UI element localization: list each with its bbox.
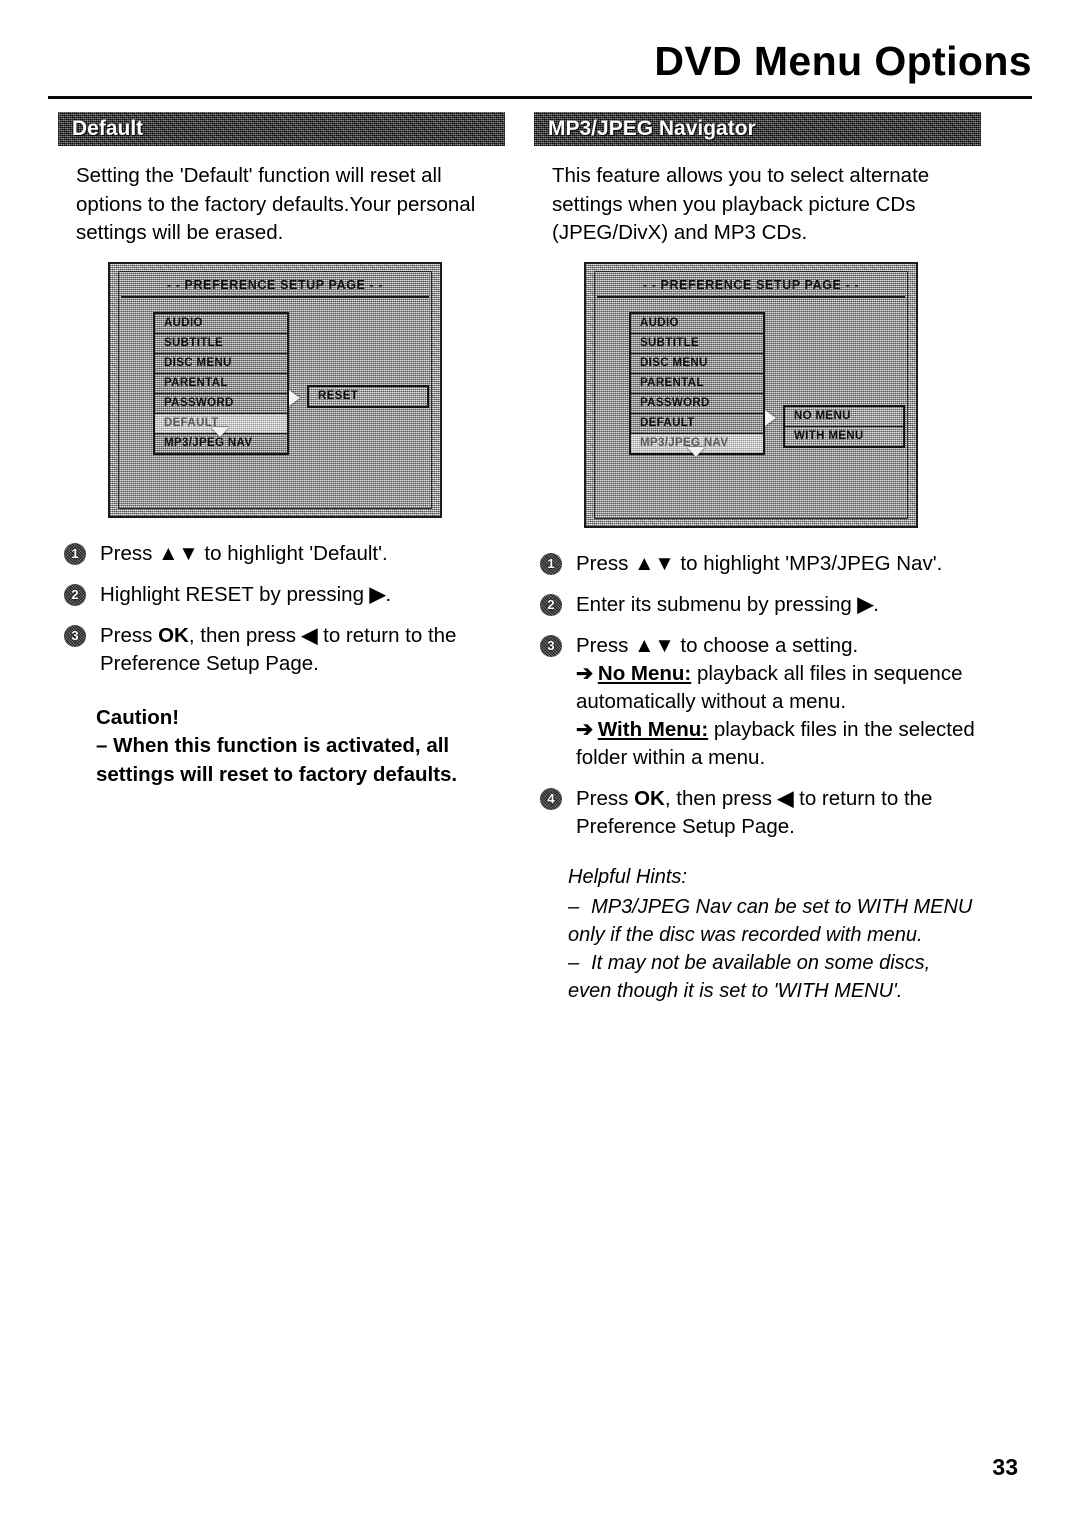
step-number-badge: 1 [64, 542, 86, 565]
screen-menu-item[interactable]: PASSWORD [631, 393, 763, 414]
screen-title-label: - - PREFERENCE SETUP PAGE - - [166, 277, 384, 292]
right-column: MP3/JPEG Navigator This feature allows y… [534, 112, 981, 1005]
default-preference-screen: - - PREFERENCE SETUP PAGE - - AUDIO SUBT… [108, 261, 442, 518]
step-number-badge: 3 [64, 624, 86, 647]
screen-menu-item[interactable]: DISC MENU [155, 353, 287, 374]
screen-submenu-item[interactable]: WITH MENU [785, 426, 903, 446]
option-description-with-menu: ➔ With Menu: playback files in the selec… [576, 716, 981, 772]
screen-menu-item[interactable]: AUDIO [631, 313, 763, 334]
screen-menu-item[interactable]: PARENTAL [631, 373, 763, 394]
caution-block: Caution! – When this function is activat… [96, 704, 496, 790]
mp3jpeg-intro-paragraph: This feature allows you to select altern… [552, 164, 930, 244]
screen-menu-item[interactable]: DISC MENU [631, 353, 763, 374]
step-item: 4 Press OK, then press ◀ to return to th… [534, 785, 981, 841]
screen-menu-item[interactable]: SUBTITLE [155, 333, 287, 354]
option-term: No Menu: [597, 661, 692, 685]
helpful-hints-heading: Helpful Hints: [568, 865, 687, 888]
screen-menu-item[interactable]: DEFAULT [631, 413, 763, 434]
step-item: 3 Press ▲▼ to choose a setting. ➔ No Men… [534, 632, 981, 772]
scroll-down-arrow-icon [211, 426, 229, 437]
option-term: With Menu: [597, 717, 709, 741]
caution-heading: Caution! [96, 705, 180, 729]
option-description-no-menu: ➔ No Menu: playback all files in sequenc… [576, 660, 981, 716]
hint-dash: – [568, 951, 580, 974]
caution-body: – When this function is activated, all s… [96, 734, 458, 786]
step-item: 2 Enter its submenu by pressing ▶. [534, 591, 981, 619]
screen-titlebar: - - PREFERENCE SETUP PAGE - - [121, 273, 429, 298]
scroll-down-arrow-icon [687, 446, 705, 457]
hint-text: MP3/JPEG Nav can be set to WITH MENU onl… [568, 895, 973, 946]
screen-submenu-item[interactable]: NO MENU [785, 406, 903, 427]
step-text: Press ▲▼ to highlight 'MP3/JPEG Nav'. [576, 551, 943, 575]
step-text: Highlight RESET by pressing ▶. [100, 582, 392, 606]
mp3jpeg-steps-list: 1 Press ▲▼ to highlight 'MP3/JPEG Nav'. … [534, 550, 981, 841]
step-number-badge: 3 [540, 634, 562, 657]
screen-menu-item[interactable]: SUBTITLE [631, 333, 763, 354]
screen-menu-item[interactable]: PASSWORD [155, 393, 287, 414]
step-text: Enter its submenu by pressing ▶. [576, 592, 879, 616]
screen-submenu: NO MENU WITH MENU [783, 404, 905, 448]
step-text: Press ▲▼ to highlight 'Default'. [100, 541, 388, 565]
screen-titlebar: - - PREFERENCE SETUP PAGE - - [597, 273, 905, 298]
arrow-marker-icon: ➔ [576, 717, 593, 741]
section-header-default-label: Default [72, 117, 144, 140]
step-text: Press OK, then press ◀ to return to the … [576, 786, 933, 838]
step-number-badge: 2 [64, 583, 86, 606]
step-number-badge: 1 [540, 552, 562, 575]
screen-title-label: - - PREFERENCE SETUP PAGE - - [642, 277, 860, 292]
mp3jpeg-preference-screen: - - PREFERENCE SETUP PAGE - - AUDIO SUBT… [584, 261, 918, 528]
screen-menu-item[interactable]: AUDIO [155, 313, 287, 334]
hint-text: It may not be available on some discs, e… [568, 951, 931, 1002]
section-header-mp3jpeg-label: MP3/JPEG Navigator [548, 117, 756, 140]
page-number: 33 [992, 1454, 1018, 1480]
screen-menu-list: AUDIO SUBTITLE DISC MENU PARENTAL PASSWO… [629, 311, 765, 455]
section-header-default: Default [58, 112, 505, 146]
header-divider [48, 96, 1032, 99]
page-title: DVD Menu Options [654, 38, 1032, 84]
right-caret-icon [765, 409, 776, 426]
hint-dash: – [568, 895, 580, 918]
right-caret-icon [289, 389, 300, 406]
document-page: DVD Menu Options Default Setting the 'De… [0, 0, 1080, 1521]
step-number-badge: 2 [540, 593, 562, 616]
helpful-hint-item: – MP3/JPEG Nav can be set to WITH MENU on… [568, 893, 978, 949]
screen-inner: - - PREFERENCE SETUP PAGE - - AUDIO SUBT… [594, 270, 908, 519]
screen-menu-item[interactable]: PARENTAL [155, 373, 287, 394]
left-column: Default Setting the 'Default' function w… [58, 112, 505, 789]
section-header-mp3jpeg: MP3/JPEG Navigator [534, 112, 981, 146]
step-number-badge: 4 [540, 787, 562, 810]
helpful-hint-item: – It may not be available on some discs, … [568, 949, 978, 1005]
step-item: 1 Press ▲▼ to highlight 'Default'. [58, 540, 505, 568]
step-text: Press ▲▼ to choose a setting. [576, 633, 859, 657]
screen-inner: - - PREFERENCE SETUP PAGE - - AUDIO SUBT… [118, 270, 432, 509]
screen-submenu: RESET [307, 384, 429, 408]
step-item: 2 Highlight RESET by pressing ▶. [58, 581, 505, 609]
arrow-marker-icon: ➔ [576, 661, 593, 685]
step-item: 3 Press OK, then press ◀ to return to th… [58, 622, 505, 678]
step-text: Press OK, then press ◀ to return to the … [100, 623, 457, 675]
helpful-hints-block: Helpful Hints: – MP3/JPEG Nav can be set … [568, 863, 978, 1005]
default-intro-paragraph: Setting the 'Default' function will rese… [76, 164, 476, 244]
step-item: 1 Press ▲▼ to highlight 'MP3/JPEG Nav'. [534, 550, 981, 578]
screen-submenu-item[interactable]: RESET [309, 386, 427, 406]
default-steps-list: 1 Press ▲▼ to highlight 'Default'. 2 Hig… [58, 540, 505, 678]
